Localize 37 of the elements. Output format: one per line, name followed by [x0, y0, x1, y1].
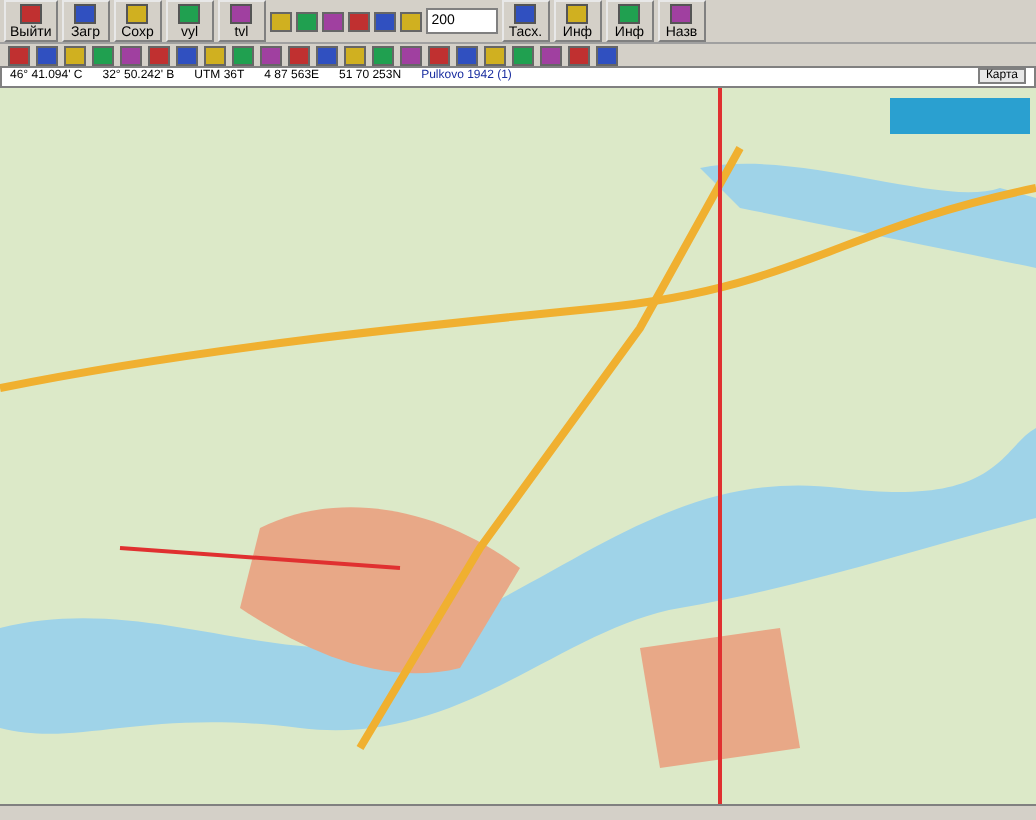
toolbar-icon: [514, 3, 537, 23]
toolbar-icon: [178, 3, 201, 23]
tool-icon[interactable]: [176, 45, 198, 66]
tool-icon[interactable]: [428, 45, 450, 66]
tool-icon[interactable]: [232, 45, 254, 66]
tool-icon[interactable]: [344, 45, 366, 66]
tool-icon[interactable]: [456, 45, 478, 66]
tool-icon[interactable]: [512, 45, 534, 66]
tool-icon[interactable]: [540, 45, 562, 66]
tool-icon[interactable]: [269, 11, 292, 31]
toolbar-icon: [618, 3, 641, 23]
tool-icon[interactable]: [295, 11, 318, 31]
tool-icon[interactable]: [148, 45, 170, 66]
tool-icon[interactable]: [8, 45, 30, 66]
tool-icon[interactable]: [484, 45, 506, 66]
tool-icon[interactable]: [347, 11, 370, 31]
toolbar-icon: [670, 3, 693, 23]
tool-icon[interactable]: [120, 45, 142, 66]
tool-icon[interactable]: [373, 11, 396, 31]
tool-icon[interactable]: [316, 45, 338, 66]
tool-icon[interactable]: [399, 11, 422, 31]
tool-icon[interactable]: [204, 45, 226, 66]
tool-icon[interactable]: [568, 45, 590, 66]
tool-icon[interactable]: [288, 45, 310, 66]
toolbar-icon: [74, 3, 97, 23]
toolbar-icon: [19, 3, 42, 23]
tool-icon[interactable]: [64, 45, 86, 66]
tool-icon[interactable]: [321, 11, 344, 31]
tool-icon[interactable]: [92, 45, 114, 66]
toolbar-icon: [126, 3, 149, 23]
tool-icon[interactable]: [36, 45, 58, 66]
tool-icon[interactable]: [372, 45, 394, 66]
tool-icon[interactable]: [596, 45, 618, 66]
tool-icon[interactable]: [260, 45, 282, 66]
toolbar-icon: [230, 3, 253, 23]
tool-icon[interactable]: [400, 45, 422, 66]
toolbar-icon: [566, 3, 589, 23]
